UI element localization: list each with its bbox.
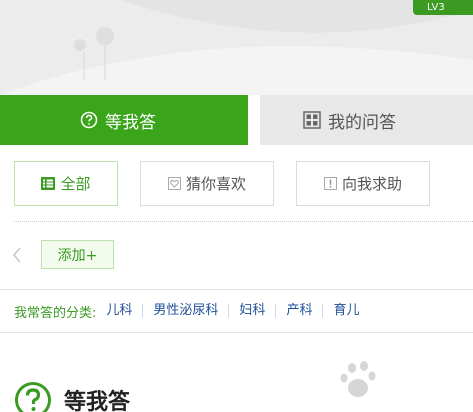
dotted-divider xyxy=(14,221,473,222)
question-circle-icon xyxy=(80,111,98,129)
tab-my-qa[interactable]: 我的问答 xyxy=(260,95,473,145)
category-link[interactable]: 儿科 xyxy=(102,304,142,318)
grid-icon xyxy=(303,111,321,129)
tab-wait-answer-label: 等我答 xyxy=(105,112,156,133)
category-link[interactable]: 妇科 xyxy=(228,304,275,318)
filter-all-button[interactable]: 全部 xyxy=(14,161,118,206)
filter-ask-me-label: 向我求助 xyxy=(341,175,402,193)
filter-all-label: 全部 xyxy=(60,175,91,193)
chevron-left-icon[interactable] xyxy=(10,245,24,265)
question-circle-icon xyxy=(15,382,51,412)
main-tabs: 等我答 我的问答 xyxy=(0,95,473,145)
filter-guess-like-label: 猜你喜欢 xyxy=(185,175,246,193)
level-badge: LV3 xyxy=(413,0,473,15)
section-header: 等我答 xyxy=(14,381,130,412)
filter-guess-like-button[interactable]: 猜你喜欢 xyxy=(140,161,274,206)
tab-wait-answer[interactable]: 等我答 xyxy=(0,95,248,145)
banner-decoration xyxy=(0,0,473,95)
category-link[interactable]: 男性泌尿科 xyxy=(142,304,228,318)
tab-my-qa-label: 我的问答 xyxy=(328,112,396,133)
category-link[interactable]: 产科 xyxy=(275,304,322,318)
list-icon xyxy=(41,177,56,190)
filter-ask-me-button[interactable]: 向我求助 xyxy=(296,161,430,206)
category-link[interactable]: 育儿 xyxy=(322,304,369,318)
profile-banner: LV3 xyxy=(0,0,473,95)
add-category-button[interactable]: 添加+ xyxy=(41,240,114,269)
frequent-categories: 我常答的分类: 儿科 男性泌尿科 妇科 产科 育儿 xyxy=(0,289,473,333)
heart-icon xyxy=(167,177,181,190)
categories-label: 我常答的分类: xyxy=(14,305,97,321)
watermark-logo xyxy=(340,361,376,397)
section-title: 等我答 xyxy=(64,390,131,412)
exclamation-icon xyxy=(323,177,337,190)
